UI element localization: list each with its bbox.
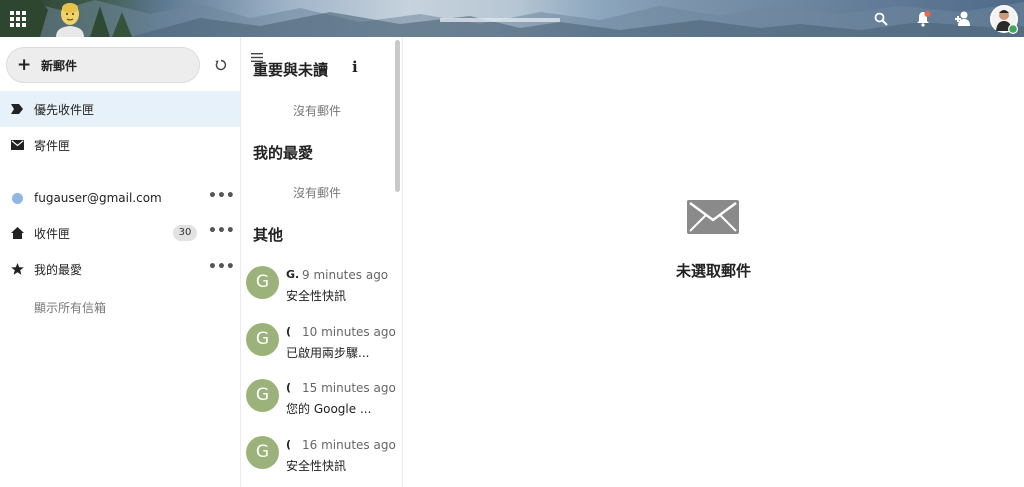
- logo-character-icon: [56, 3, 84, 37]
- sidebar-item-inbox[interactable]: 收件匣 30 •••: [0, 215, 240, 251]
- empty-important-text: 沒有郵件: [292, 104, 341, 118]
- message-subject: 安全性快訊: [286, 289, 347, 303]
- plus-icon: +: [17, 55, 32, 75]
- bell-icon: [917, 10, 931, 27]
- sidebar-item-label: 收件匣: [34, 226, 71, 241]
- envelope-icon: [9, 140, 25, 150]
- message-time: 15 minutes ago: [302, 381, 396, 395]
- info-icon[interactable]: i: [352, 58, 358, 76]
- new-mail-button[interactable]: + 新郵件: [6, 47, 200, 83]
- sidebar-item-priority-inbox[interactable]: 優先收件匣: [0, 91, 240, 127]
- favorites-more-button[interactable]: •••: [208, 260, 235, 274]
- message-list-scrollbar[interactable]: [395, 40, 400, 192]
- home-icon: [9, 227, 25, 239]
- contacts-icon: [955, 11, 970, 26]
- empty-favorites-text: 沒有郵件: [292, 186, 341, 200]
- refresh-icon: [215, 59, 227, 71]
- sender-avatar: G: [246, 266, 279, 299]
- grid-icon: [10, 10, 26, 27]
- notifications-button[interactable]: [910, 0, 936, 37]
- message-time: 10 minutes ago: [302, 325, 396, 339]
- message-subject: 您的 Google ...: [286, 402, 372, 416]
- new-mail-label: 新郵件: [41, 58, 78, 73]
- unread-count-badge: 30: [173, 225, 197, 241]
- message-item[interactable]: G ( 16 minutes ago 安全性快訊: [241, 436, 396, 487]
- account-item[interactable]: fugauser@gmail.com •••: [0, 180, 240, 216]
- refresh-button[interactable]: [211, 55, 231, 75]
- message-item[interactable]: G G. 9 minutes ago 安全性快訊: [241, 266, 395, 322]
- show-all-mailboxes-link[interactable]: 顯示所有信箱: [34, 299, 106, 316]
- user-avatar: [990, 4, 1018, 34]
- message-item[interactable]: G ( 15 minutes ago 您的 Google ...: [241, 379, 396, 435]
- message-time: 9 minutes ago: [302, 268, 389, 282]
- reading-pane: 未選取郵件: [403, 37, 1024, 487]
- sender-avatar: G: [246, 323, 279, 356]
- inbox-more-button[interactable]: •••: [208, 224, 235, 238]
- account-color-dot: [9, 192, 25, 204]
- sidebar-item-label: 我的最愛: [34, 262, 83, 277]
- top-header: [0, 0, 1024, 37]
- section-title-important: 重要與未讀: [253, 61, 329, 79]
- sidebar-item-sent[interactable]: 寄件匣: [0, 127, 240, 163]
- sender-avatar: G: [246, 379, 279, 412]
- message-item[interactable]: G ( 10 minutes ago 已啟用兩步驟...: [241, 323, 396, 379]
- message-sender: (: [286, 381, 292, 394]
- message-sender: (: [286, 325, 292, 338]
- user-avatar-button[interactable]: [988, 0, 1020, 37]
- tag-icon: [9, 104, 25, 114]
- search-icon: [874, 12, 888, 26]
- search-button[interactable]: [868, 0, 894, 37]
- contacts-button[interactable]: [950, 0, 976, 37]
- section-title-others: 其他: [253, 226, 284, 244]
- message-time: 16 minutes ago: [302, 438, 396, 452]
- message-sender: (: [286, 438, 292, 451]
- no-message-selected-text: 未選取郵件: [675, 262, 751, 280]
- star-icon: [9, 263, 25, 275]
- sender-avatar: G: [246, 436, 279, 469]
- account-more-button[interactable]: •••: [208, 189, 235, 203]
- section-title-favorites: 我的最愛: [253, 144, 314, 162]
- message-list: 重要與未讀 i 沒有郵件 我的最愛 沒有郵件 其他 G G. 9 minutes…: [241, 37, 403, 487]
- sidebar-item-favorites[interactable]: 我的最愛 •••: [0, 251, 240, 287]
- sidebar-item-label: 寄件匣: [34, 138, 71, 153]
- message-subject: 已啟用兩步驟...: [286, 346, 370, 360]
- envelope-icon: [687, 200, 739, 234]
- sidebar: + 新郵件 優先收件匣 寄件匣 fugauser@gmail.com ••• 收…: [0, 37, 241, 487]
- message-subject: 安全性快訊: [286, 459, 347, 473]
- message-sender: G.: [286, 268, 300, 281]
- apps-menu-button[interactable]: [4, 0, 32, 37]
- account-email: fugauser@gmail.com: [34, 191, 162, 205]
- sidebar-item-label: 優先收件匣: [34, 102, 95, 117]
